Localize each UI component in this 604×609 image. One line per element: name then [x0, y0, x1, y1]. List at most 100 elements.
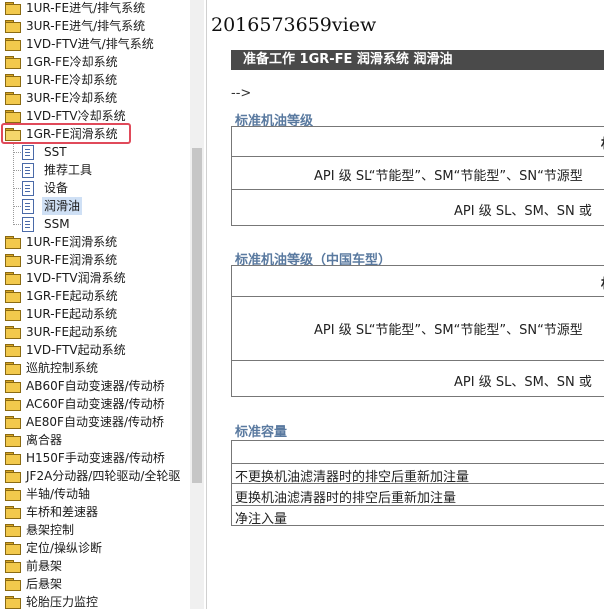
- table-row: 不更换机油滤清器时的排空后重新加注量: [232, 463, 604, 485]
- folder-icon: [5, 488, 21, 501]
- tree-item-label: 1UR-FE起动系统: [26, 307, 118, 321]
- table-cell: 更换机油滤清器时的排空后重新加注量: [235, 491, 457, 506]
- folder-icon: [5, 470, 21, 483]
- tree-folder-item[interactable]: 轮胎压力监控: [0, 593, 190, 609]
- document-icon: [22, 217, 34, 232]
- folder-icon: [5, 578, 21, 591]
- table-header-row: 1: [232, 441, 604, 463]
- folder-icon: [5, 74, 21, 87]
- tree-folder-item[interactable]: 1UR-FE进气/排气系统: [0, 0, 190, 17]
- tree-folder-item[interactable]: 1VD-FTV起动系统: [0, 341, 190, 359]
- tree-folder-item[interactable]: 1UR-FE冷却系统: [0, 71, 190, 89]
- tree-item-label: 半轴/传动轴: [26, 487, 91, 501]
- tree-folder-item[interactable]: 巡航控制系统: [0, 359, 190, 377]
- oil-grade-table: 机 API 级 SL“节能型”、SM“节能型”、SN“节源型 API 级 SL、…: [231, 126, 604, 226]
- tree-folder-item[interactable]: 1VD-FTV润滑系统: [0, 269, 190, 287]
- tree-folder-item[interactable]: H150F手动变速器/传动桥: [0, 449, 190, 467]
- document-icon: [22, 181, 34, 196]
- tree-folder-item[interactable]: 后悬架: [0, 575, 190, 593]
- tree-guide-line: [14, 188, 21, 189]
- tree-leaf-item[interactable]: 推荐工具: [0, 161, 190, 179]
- tree-scrollbar-thumb[interactable]: [192, 148, 202, 483]
- tree-leaf-item[interactable]: SST: [0, 143, 190, 161]
- tree-item-label: 1VD-FTV润滑系统: [26, 271, 126, 285]
- tree-item-label: 1VD-FTV冷却系统: [26, 109, 126, 123]
- tree-leaf-item[interactable]: SSM: [0, 215, 190, 233]
- tree-item-label: 1UR-FE进气/排气系统: [26, 1, 146, 15]
- navigation-tree: 1UR-FE进气/排气系统 3UR-FE进气/排气系统 1VD-FTV进气/排气系统…: [0, 0, 190, 609]
- tree-item-label: 车桥和差速器: [26, 505, 99, 519]
- tree-item-label: 后悬架: [26, 577, 63, 591]
- tree-item-label: JF2A分动器/四轮驱动/全轮驱: [26, 469, 181, 483]
- tree-folder-item[interactable]: 1VD-FTV冷却系统: [0, 107, 190, 125]
- folder-icon: [5, 290, 21, 303]
- folder-open-icon: [5, 128, 21, 141]
- tree-folder-item[interactable]: 1GR-FE冷却系统: [0, 53, 190, 71]
- folder-icon: [5, 398, 21, 411]
- tree-guide-line: [14, 206, 21, 207]
- folder-icon: [5, 326, 21, 339]
- tree-item-label: 1UR-FE润滑系统: [26, 235, 118, 249]
- tree-item-label: AC60F自动变速器/传动桥: [26, 397, 165, 411]
- tree-item-label: SST: [44, 145, 67, 159]
- folder-icon: [5, 506, 21, 519]
- tree-folder-item[interactable]: 前悬架: [0, 557, 190, 575]
- folder-icon: [5, 434, 21, 447]
- capacity-table: 1 不更换机油滤清器时的排空后重新加注量 更换机油滤清器时的排空后重新加注量 净…: [231, 440, 604, 527]
- tree-folder-item[interactable]: 3UR-FE起动系统: [0, 323, 190, 341]
- tree-folder-item[interactable]: 1UR-FE润滑系统: [0, 233, 190, 251]
- document-icon: [22, 145, 34, 160]
- tree-leaf-item[interactable]: 润滑油: [0, 197, 190, 215]
- folder-icon: [5, 542, 21, 555]
- table-cell: API 级 SL、SM、SN 或: [454, 375, 592, 390]
- tree-item-label: 3UR-FE起动系统: [26, 325, 118, 339]
- table-row: 更换机油滤清器时的排空后重新加注量: [232, 483, 604, 506]
- tree-folder-item[interactable]: 1GR-FE润滑系统: [0, 125, 190, 143]
- tree-item-label: 定位/操纵诊断: [26, 541, 103, 555]
- tree-folder-item[interactable]: 1UR-FE起动系统: [0, 305, 190, 323]
- table-header-row: 机: [232, 266, 604, 296]
- tree-item-label: 1GR-FE起动系统: [26, 289, 118, 303]
- folder-icon: [5, 596, 21, 609]
- tree-folder-item[interactable]: 半轴/传动轴: [0, 485, 190, 503]
- tree-item-label: 离合器: [26, 433, 63, 447]
- tree-folder-item[interactable]: AE80F自动变速器/传动桥: [0, 413, 190, 431]
- tree-item-label: 1UR-FE冷却系统: [26, 73, 118, 87]
- content-pane: 2016573659view 准备工作 1GR-FE 润滑系统 润滑油 --> …: [206, 0, 604, 609]
- table-row: API 级 SL“节能型”、SM“节能型”、SN“节源型: [232, 156, 604, 189]
- tree-item-label: 3UR-FE冷却系统: [26, 91, 118, 105]
- tree-item-label: 悬架控制: [26, 523, 75, 537]
- tree-folder-item[interactable]: 3UR-FE冷却系统: [0, 89, 190, 107]
- tree-item-label: 设备: [44, 181, 69, 195]
- tree-folder-item[interactable]: 3UR-FE进气/排气系统: [0, 17, 190, 35]
- tree-folder-item[interactable]: 定位/操纵诊断: [0, 539, 190, 557]
- tree-folder-item[interactable]: 悬架控制: [0, 521, 190, 539]
- tree-folder-item[interactable]: 3UR-FE润滑系统: [0, 251, 190, 269]
- tree-item-label: H150F手动变速器/传动桥: [26, 451, 165, 465]
- tree-item-label: AB60F自动变速器/传动桥: [26, 379, 165, 393]
- document-icon: [22, 163, 34, 178]
- tree-leaf-item[interactable]: 设备: [0, 179, 190, 197]
- tree-folder-item[interactable]: JF2A分动器/四轮驱动/全轮驱: [0, 467, 190, 485]
- tree-item-label: AE80F自动变速器/传动桥: [26, 415, 165, 429]
- tree-scrollbar[interactable]: [190, 0, 204, 609]
- table-header-row: 机: [232, 127, 604, 156]
- table-row: API 级 SL、SM、SN 或: [232, 360, 604, 396]
- tree-folder-item[interactable]: AB60F自动变速器/传动桥: [0, 377, 190, 395]
- folder-icon: [5, 236, 21, 249]
- folder-icon: [5, 362, 21, 375]
- folder-icon: [5, 56, 21, 69]
- tree-item-label: 1VD-FTV进气/排气系统: [26, 37, 154, 51]
- folder-icon: [5, 92, 21, 105]
- tree-folder-item[interactable]: 1VD-FTV进气/排气系统: [0, 35, 190, 53]
- tree-folder-item[interactable]: AC60F自动变速器/传动桥: [0, 395, 190, 413]
- folder-icon: [5, 380, 21, 393]
- tree-folder-item[interactable]: 车桥和差速器: [0, 503, 190, 521]
- tree-guide-line: [14, 224, 21, 225]
- tree-item-label: 1GR-FE冷却系统: [26, 55, 118, 69]
- tree-folder-item[interactable]: 离合器: [0, 431, 190, 449]
- tree-folder-item[interactable]: 1GR-FE起动系统: [0, 287, 190, 305]
- folder-icon: [5, 254, 21, 267]
- tree-guide-line: [14, 152, 21, 153]
- folder-icon: [5, 452, 21, 465]
